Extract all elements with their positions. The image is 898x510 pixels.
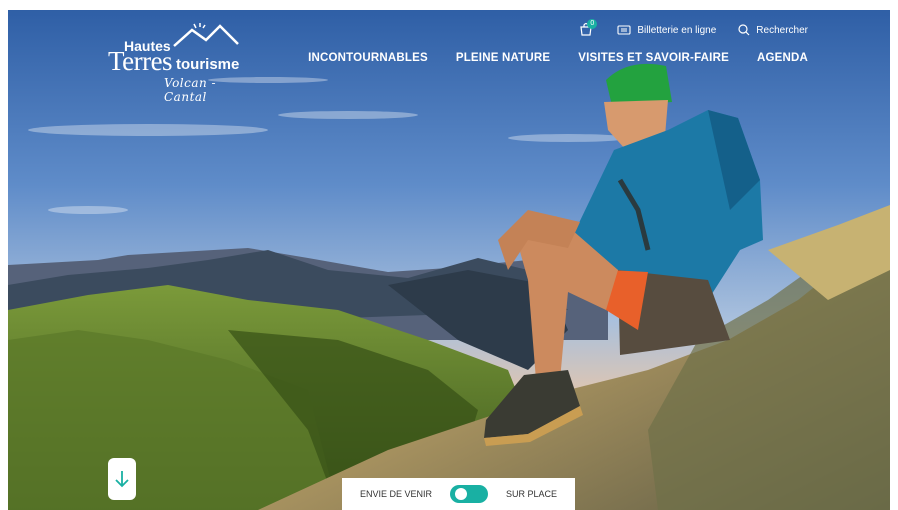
- logo-tagline: Volcan - Cantal: [164, 76, 217, 104]
- switch-right-label[interactable]: SUR PLACE: [506, 489, 557, 499]
- search-icon: [738, 24, 750, 36]
- arrow-down-icon: [115, 471, 129, 488]
- visit-mode-toggle[interactable]: [450, 485, 488, 503]
- main-navigation: INCONTOURNABLES PLEINE NATURE VISITES ET…: [308, 52, 808, 64]
- cart-count-badge: 0: [587, 19, 598, 29]
- scroll-down-button[interactable]: [108, 458, 136, 500]
- switch-left-label[interactable]: ENVIE DE VENIR: [360, 489, 432, 499]
- nav-item-visites[interactable]: VISITES ET SAVOIR-FAIRE: [578, 52, 729, 64]
- ticketing-link[interactable]: Billetterie en ligne: [617, 25, 716, 36]
- search-label: Rechercher: [756, 24, 808, 36]
- page-frame: Hautes Terres tourisme Volcan - Cantal 0…: [8, 10, 890, 510]
- utility-bar: 0 Billetterie en ligne Rechercher: [579, 19, 808, 38]
- shopping-bag-icon: 0: [579, 19, 598, 38]
- mountain-logo-icon: [173, 23, 239, 47]
- search-link[interactable]: Rechercher: [738, 24, 808, 36]
- ticketing-label: Billetterie en ligne: [637, 24, 717, 36]
- ticket-icon: [617, 25, 631, 35]
- logo-word-terres: Terres: [108, 46, 173, 76]
- nav-item-pleine-nature[interactable]: PLEINE NATURE: [456, 52, 550, 64]
- site-logo[interactable]: Hautes Terres tourisme Volcan - Cantal: [108, 18, 248, 104]
- visit-mode-switch: ENVIE DE VENIR SUR PLACE: [342, 478, 575, 510]
- nav-item-agenda[interactable]: AGENDA: [757, 52, 808, 64]
- nav-item-incontournables[interactable]: INCONTOURNABLES: [308, 52, 428, 64]
- logo-word-tourisme: tourisme: [176, 56, 240, 73]
- cart-button[interactable]: 0: [579, 19, 598, 38]
- toggle-knob: [455, 488, 467, 500]
